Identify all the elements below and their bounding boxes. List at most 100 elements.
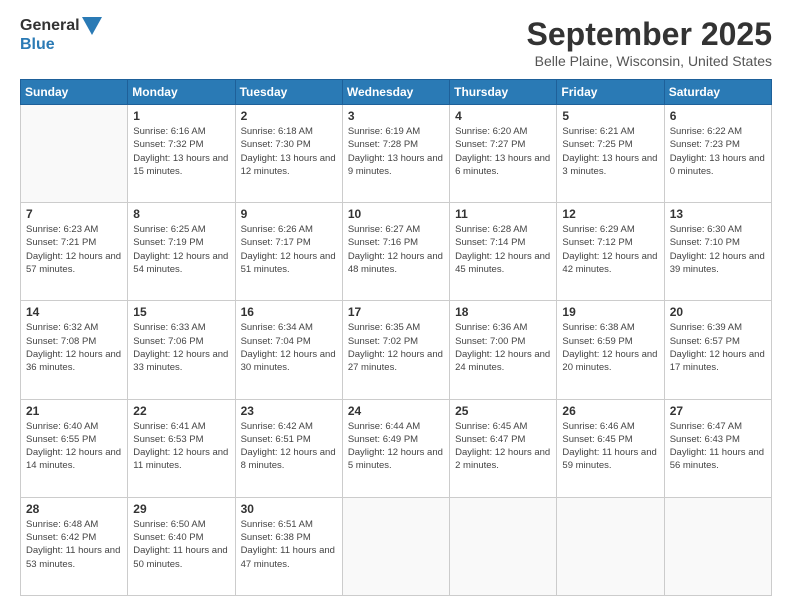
table-row: 3 Sunrise: 6:19 AMSunset: 7:28 PMDayligh… — [342, 105, 449, 203]
day-number: 2 — [241, 109, 337, 123]
day-number: 11 — [455, 207, 551, 221]
day-number: 18 — [455, 305, 551, 319]
calendar-week-row: 28 Sunrise: 6:48 AMSunset: 6:42 PMDaylig… — [21, 497, 772, 595]
logo: General Blue — [20, 16, 102, 54]
day-number: 26 — [562, 404, 658, 418]
table-row: 8 Sunrise: 6:25 AMSunset: 7:19 PMDayligh… — [128, 203, 235, 301]
day-number: 15 — [133, 305, 229, 319]
day-info: Sunrise: 6:33 AMSunset: 7:06 PMDaylight:… — [133, 321, 229, 374]
col-monday: Monday — [128, 80, 235, 105]
day-info: Sunrise: 6:25 AMSunset: 7:19 PMDaylight:… — [133, 223, 229, 276]
day-info: Sunrise: 6:20 AMSunset: 7:27 PMDaylight:… — [455, 125, 551, 178]
col-tuesday: Tuesday — [235, 80, 342, 105]
day-number: 16 — [241, 305, 337, 319]
day-info: Sunrise: 6:51 AMSunset: 6:38 PMDaylight:… — [241, 518, 337, 571]
logo-arrow-icon — [82, 17, 102, 35]
title-block: September 2025 Belle Plaine, Wisconsin, … — [527, 16, 772, 69]
day-info: Sunrise: 6:21 AMSunset: 7:25 PMDaylight:… — [562, 125, 658, 178]
day-number: 8 — [133, 207, 229, 221]
table-row: 23 Sunrise: 6:42 AMSunset: 6:51 PMDaylig… — [235, 399, 342, 497]
table-row: 5 Sunrise: 6:21 AMSunset: 7:25 PMDayligh… — [557, 105, 664, 203]
table-row — [342, 497, 449, 595]
location: Belle Plaine, Wisconsin, United States — [527, 53, 772, 69]
table-row: 29 Sunrise: 6:50 AMSunset: 6:40 PMDaylig… — [128, 497, 235, 595]
day-number: 5 — [562, 109, 658, 123]
table-row: 4 Sunrise: 6:20 AMSunset: 7:27 PMDayligh… — [450, 105, 557, 203]
day-info: Sunrise: 6:32 AMSunset: 7:08 PMDaylight:… — [26, 321, 122, 374]
table-row — [450, 497, 557, 595]
table-row: 18 Sunrise: 6:36 AMSunset: 7:00 PMDaylig… — [450, 301, 557, 399]
day-number: 27 — [670, 404, 766, 418]
table-row: 15 Sunrise: 6:33 AMSunset: 7:06 PMDaylig… — [128, 301, 235, 399]
day-info: Sunrise: 6:45 AMSunset: 6:47 PMDaylight:… — [455, 420, 551, 473]
day-number: 21 — [26, 404, 122, 418]
table-row: 30 Sunrise: 6:51 AMSunset: 6:38 PMDaylig… — [235, 497, 342, 595]
day-info: Sunrise: 6:47 AMSunset: 6:43 PMDaylight:… — [670, 420, 766, 473]
table-row: 12 Sunrise: 6:29 AMSunset: 7:12 PMDaylig… — [557, 203, 664, 301]
day-number: 28 — [26, 502, 122, 516]
day-number: 19 — [562, 305, 658, 319]
day-number: 24 — [348, 404, 444, 418]
day-info: Sunrise: 6:38 AMSunset: 6:59 PMDaylight:… — [562, 321, 658, 374]
calendar-week-row: 7 Sunrise: 6:23 AMSunset: 7:21 PMDayligh… — [21, 203, 772, 301]
col-friday: Friday — [557, 80, 664, 105]
page: General Blue September 2025 Belle Plaine… — [0, 0, 792, 612]
day-info: Sunrise: 6:44 AMSunset: 6:49 PMDaylight:… — [348, 420, 444, 473]
day-info: Sunrise: 6:39 AMSunset: 6:57 PMDaylight:… — [670, 321, 766, 374]
day-info: Sunrise: 6:48 AMSunset: 6:42 PMDaylight:… — [26, 518, 122, 571]
day-number: 1 — [133, 109, 229, 123]
table-row: 14 Sunrise: 6:32 AMSunset: 7:08 PMDaylig… — [21, 301, 128, 399]
day-number: 22 — [133, 404, 229, 418]
table-row — [557, 497, 664, 595]
table-row: 27 Sunrise: 6:47 AMSunset: 6:43 PMDaylig… — [664, 399, 771, 497]
table-row: 11 Sunrise: 6:28 AMSunset: 7:14 PMDaylig… — [450, 203, 557, 301]
table-row: 19 Sunrise: 6:38 AMSunset: 6:59 PMDaylig… — [557, 301, 664, 399]
month-title: September 2025 — [527, 16, 772, 53]
day-number: 17 — [348, 305, 444, 319]
day-info: Sunrise: 6:40 AMSunset: 6:55 PMDaylight:… — [26, 420, 122, 473]
day-info: Sunrise: 6:28 AMSunset: 7:14 PMDaylight:… — [455, 223, 551, 276]
table-row: 20 Sunrise: 6:39 AMSunset: 6:57 PMDaylig… — [664, 301, 771, 399]
calendar-week-row: 14 Sunrise: 6:32 AMSunset: 7:08 PMDaylig… — [21, 301, 772, 399]
day-info: Sunrise: 6:41 AMSunset: 6:53 PMDaylight:… — [133, 420, 229, 473]
header: General Blue September 2025 Belle Plaine… — [20, 16, 772, 69]
table-row — [664, 497, 771, 595]
calendar-header-row: Sunday Monday Tuesday Wednesday Thursday… — [21, 80, 772, 105]
table-row: 1 Sunrise: 6:16 AMSunset: 7:32 PMDayligh… — [128, 105, 235, 203]
table-row: 13 Sunrise: 6:30 AMSunset: 7:10 PMDaylig… — [664, 203, 771, 301]
col-wednesday: Wednesday — [342, 80, 449, 105]
day-number: 23 — [241, 404, 337, 418]
day-number: 20 — [670, 305, 766, 319]
table-row: 7 Sunrise: 6:23 AMSunset: 7:21 PMDayligh… — [21, 203, 128, 301]
day-number: 14 — [26, 305, 122, 319]
day-number: 3 — [348, 109, 444, 123]
day-number: 30 — [241, 502, 337, 516]
day-number: 25 — [455, 404, 551, 418]
day-info: Sunrise: 6:22 AMSunset: 7:23 PMDaylight:… — [670, 125, 766, 178]
day-info: Sunrise: 6:29 AMSunset: 7:12 PMDaylight:… — [562, 223, 658, 276]
day-info: Sunrise: 6:18 AMSunset: 7:30 PMDaylight:… — [241, 125, 337, 178]
day-number: 10 — [348, 207, 444, 221]
calendar-table: Sunday Monday Tuesday Wednesday Thursday… — [20, 79, 772, 596]
day-number: 12 — [562, 207, 658, 221]
day-info: Sunrise: 6:26 AMSunset: 7:17 PMDaylight:… — [241, 223, 337, 276]
day-number: 29 — [133, 502, 229, 516]
table-row: 16 Sunrise: 6:34 AMSunset: 7:04 PMDaylig… — [235, 301, 342, 399]
day-info: Sunrise: 6:42 AMSunset: 6:51 PMDaylight:… — [241, 420, 337, 473]
day-info: Sunrise: 6:34 AMSunset: 7:04 PMDaylight:… — [241, 321, 337, 374]
day-info: Sunrise: 6:46 AMSunset: 6:45 PMDaylight:… — [562, 420, 658, 473]
table-row: 9 Sunrise: 6:26 AMSunset: 7:17 PMDayligh… — [235, 203, 342, 301]
table-row: 26 Sunrise: 6:46 AMSunset: 6:45 PMDaylig… — [557, 399, 664, 497]
day-info: Sunrise: 6:50 AMSunset: 6:40 PMDaylight:… — [133, 518, 229, 571]
col-thursday: Thursday — [450, 80, 557, 105]
day-number: 4 — [455, 109, 551, 123]
day-info: Sunrise: 6:19 AMSunset: 7:28 PMDaylight:… — [348, 125, 444, 178]
col-sunday: Sunday — [21, 80, 128, 105]
day-info: Sunrise: 6:27 AMSunset: 7:16 PMDaylight:… — [348, 223, 444, 276]
table-row: 17 Sunrise: 6:35 AMSunset: 7:02 PMDaylig… — [342, 301, 449, 399]
table-row: 24 Sunrise: 6:44 AMSunset: 6:49 PMDaylig… — [342, 399, 449, 497]
table-row: 25 Sunrise: 6:45 AMSunset: 6:47 PMDaylig… — [450, 399, 557, 497]
table-row — [21, 105, 128, 203]
logo-text: General Blue — [20, 16, 102, 54]
table-row: 2 Sunrise: 6:18 AMSunset: 7:30 PMDayligh… — [235, 105, 342, 203]
